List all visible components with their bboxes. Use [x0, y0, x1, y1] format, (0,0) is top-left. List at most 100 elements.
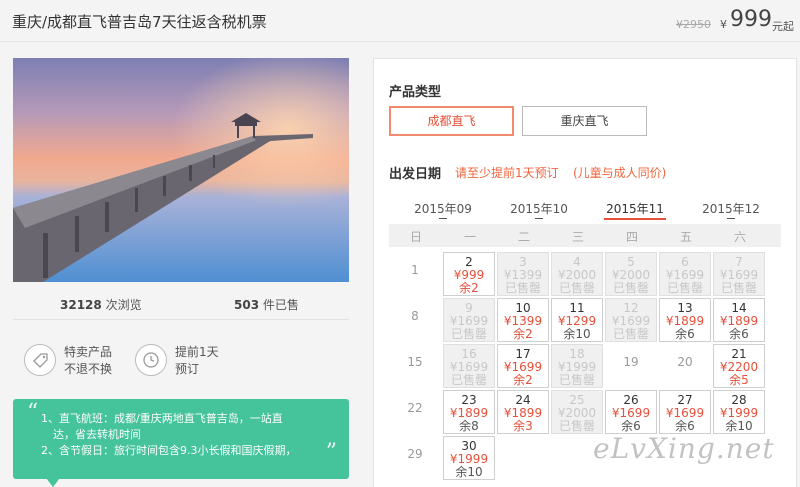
day-stock: 已售罄: [666, 281, 703, 295]
day-stock: 已售罄: [450, 373, 487, 387]
feature-line2: 不退不换: [64, 362, 113, 376]
day-stock: 余10: [563, 327, 591, 341]
day-number: 19: [623, 355, 639, 369]
calendar-day-sold-out: 5 ¥2000 已售罄: [605, 252, 657, 296]
product-photo[interactable]: [13, 58, 349, 282]
views-label: 次浏览: [105, 298, 142, 312]
calendar-day-sold-out: 12 ¥1699 已售罄: [605, 298, 657, 342]
calendar-day-available[interactable]: 21 ¥2200 余5: [713, 344, 765, 388]
price-currency: ¥: [720, 18, 727, 31]
sold-stat: 503 件已售: [234, 296, 299, 313]
calendar-day-available[interactable]: 13 ¥1899 余6: [659, 298, 711, 342]
month-tab-2015-10[interactable]: 2015年10: [490, 200, 588, 219]
day-number: 29: [407, 447, 423, 461]
day-stock: 余2: [513, 327, 533, 341]
watermark: eLvXing.net: [593, 432, 775, 465]
calendar-day-available[interactable]: 10 ¥1399 余2: [497, 298, 549, 342]
calendar-day-available[interactable]: 30 ¥1999 余10: [443, 436, 495, 480]
product-stats: 32128 次浏览 503 件已售: [13, 288, 349, 320]
product-type-label: 产品类型: [389, 85, 442, 100]
feature-special-offer: 特卖产品 不退不换: [24, 344, 144, 384]
calendar-day-empty: 15: [389, 344, 441, 388]
weekday-label: 四: [625, 230, 638, 244]
child-price-hint: (儿童与成人同价): [573, 166, 667, 180]
weekday-label: 二: [517, 230, 530, 244]
highlight-line: 达，省去转机时间: [53, 428, 141, 441]
day-stock: 余10: [455, 465, 483, 479]
calendar-day-available[interactable]: 17 ¥1699 余2: [497, 344, 549, 388]
calendar-day-empty: 8: [389, 298, 441, 342]
month-tab-2015-12[interactable]: 2015年12: [682, 200, 780, 219]
highlights-box-tail: [46, 478, 60, 487]
departure-date-label: 出发日期: [389, 167, 442, 182]
day-stock: 余5: [729, 373, 749, 387]
calendar-day-empty: 19: [605, 344, 657, 388]
calendar-day-sold-out: 25 ¥2000 已售罄: [551, 390, 603, 434]
calendar-day-available[interactable]: 14 ¥1899 余6: [713, 298, 765, 342]
month-tabs: 2015年09 2015年10 2015年11 2015年12: [389, 200, 781, 224]
day-number: 15: [407, 355, 423, 369]
pier-sunset-image: [13, 58, 349, 282]
weekday-label: 日: [409, 230, 422, 244]
calendar-day-available[interactable]: 28 ¥1999 余10: [713, 390, 765, 434]
calendar-day-available[interactable]: 23 ¥1899 余8: [443, 390, 495, 434]
day-stock: 余3: [513, 419, 533, 433]
day-stock: 已售罄: [720, 281, 757, 295]
month-tab-label: 2015年09: [414, 202, 472, 216]
feature-text: 提前1天 预订: [175, 344, 219, 378]
calendar-day-empty: 29: [389, 436, 441, 480]
calendar-day-sold-out: 9 ¥1699 已售罄: [443, 298, 495, 342]
day-stock: 余8: [459, 419, 479, 433]
price-unit: 元起: [772, 20, 794, 33]
header-bar: 重庆/成都直飞普吉岛7天往返含税机票 ¥2950 ¥ 999 元起: [0, 0, 800, 42]
day-stock: 余2: [459, 281, 479, 295]
highlights-box: “ 1、直飞航班：成都/重庆两地直飞普吉岛，一站直 达，省去转机时间 2、含节假…: [13, 399, 349, 479]
type-option-chengdu[interactable]: 成都直飞: [389, 106, 514, 136]
open-quote-icon: “: [27, 400, 39, 425]
weekday-label: 六: [733, 230, 746, 244]
current-price: 999: [730, 7, 772, 32]
day-stock: 已售罄: [612, 281, 649, 295]
views-stat: 32128 次浏览: [60, 296, 142, 313]
sold-label: 件已售: [262, 298, 299, 312]
day-stock: 余6: [675, 327, 695, 341]
close-quote-icon: ”: [325, 440, 337, 465]
month-tab-2015-09[interactable]: 2015年09: [394, 200, 492, 219]
highlight-line: 2、含节假日：旅行时间包含9.3小长假和国庆假期，: [41, 444, 297, 457]
calendar-day-empty: 1: [389, 252, 441, 296]
day-stock: 已售罄: [558, 373, 595, 387]
calendar-day-sold-out: 3 ¥1399 已售罄: [497, 252, 549, 296]
month-tab-label: 2015年11: [606, 202, 664, 216]
feature-text: 特卖产品 不退不换: [64, 344, 112, 378]
day-stock: 已售罄: [450, 327, 487, 341]
day-stock: 已售罄: [612, 327, 649, 341]
calendar-day-available[interactable]: 2 ¥999 余2: [443, 252, 495, 296]
day-stock: 余6: [729, 327, 749, 341]
day-stock: 余2: [513, 373, 533, 387]
tag-icon: [24, 344, 56, 376]
calendar-day-sold-out: 6 ¥1699 已售罄: [659, 252, 711, 296]
calendar-day-available[interactable]: 11 ¥1299 余10: [551, 298, 603, 342]
month-tab-2015-11[interactable]: 2015年11: [586, 200, 684, 220]
calendar-day-available[interactable]: 27 ¥1699 余6: [659, 390, 711, 434]
advance-booking-hint: 请至少提前1天预订: [455, 166, 559, 180]
calendar-day-empty: 22: [389, 390, 441, 434]
highlight-line: 1、直飞航班：成都/重庆两地直飞普吉岛，一站直: [41, 412, 283, 425]
calendar-day-empty: 20: [659, 344, 711, 388]
day-number: 8: [411, 309, 419, 323]
calendar-day-available[interactable]: 24 ¥1899 余3: [497, 390, 549, 434]
day-number: 1: [411, 263, 419, 277]
type-option-chongqing[interactable]: 重庆直飞: [522, 106, 647, 136]
calendar-day-sold-out: 16 ¥1699 已售罄: [443, 344, 495, 388]
sold-count: 503: [234, 298, 260, 312]
booking-panel: 产品类型 成都直飞 重庆直飞 出发日期 请至少提前1天预订 (儿童与成人同价) …: [373, 58, 797, 487]
day-number: 22: [407, 401, 423, 415]
feature-line1: 特卖产品: [64, 345, 113, 359]
calendar-day-available[interactable]: 26 ¥1699 余6: [605, 390, 657, 434]
feature-line2: 预订: [175, 362, 200, 376]
feature-advance-booking: 提前1天 预订: [135, 344, 255, 384]
month-tab-label: 2015年12: [702, 202, 760, 216]
weekday-label: 一: [463, 230, 476, 244]
calendar-day-sold-out: 18 ¥1999 已售罄: [551, 344, 603, 388]
calendar-day-sold-out: 4 ¥2000 已售罄: [551, 252, 603, 296]
